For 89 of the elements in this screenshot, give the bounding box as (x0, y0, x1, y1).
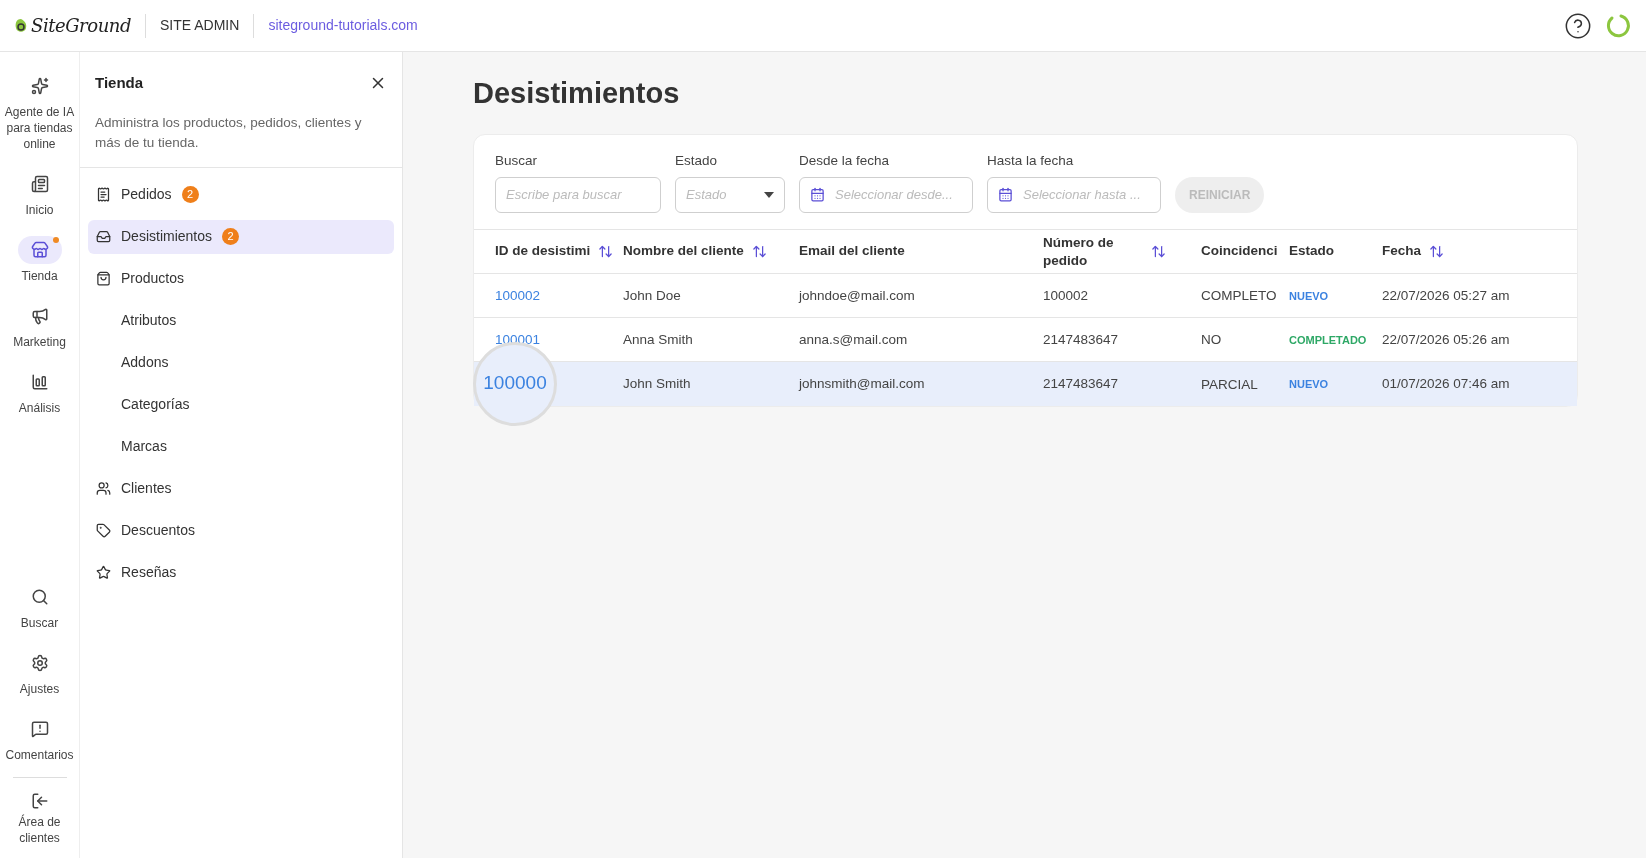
column-header[interactable]: ID de desistimi (474, 229, 623, 274)
column-header: Email del cliente (799, 229, 1043, 274)
status-label: NUEVO (1289, 361, 1382, 406)
users-icon (96, 481, 111, 496)
table-cell: 22/07/2026 05:26 am (1382, 317, 1577, 362)
column-header[interactable]: Nombre del cliente (623, 229, 799, 274)
rail-item[interactable]: Tienda (3, 236, 76, 284)
sparkle-icon (30, 77, 49, 95)
table-cell: 22/07/2026 05:27 am (1382, 273, 1577, 318)
calendar-icon (998, 187, 1013, 203)
page-title: Desistimientos (473, 76, 681, 111)
count-badge: 2 (222, 228, 240, 245)
exit-icon (30, 792, 49, 810)
panel-subitem[interactable]: Addons (88, 345, 394, 380)
item-label: Clientes (121, 479, 172, 498)
search-field[interactable]: Escribe para buscar (495, 176, 661, 213)
item-label: Desistimientos (121, 227, 213, 246)
rail-item[interactable]: Buscar (3, 583, 76, 631)
rail-item[interactable]: Área de clientes (3, 792, 76, 846)
panel-description: Administra los productos, pedidos, clientes y más de tu tienda. (95, 113, 363, 152)
sort-icon[interactable] (1429, 244, 1445, 259)
item-label: Reseñas (121, 563, 177, 582)
rail-item[interactable]: Agente de IA para tiendas online (3, 72, 76, 152)
panel-item[interactable]: Descuentos (88, 513, 394, 548)
receipt-icon (96, 187, 111, 202)
section-title: SITE ADMIN (160, 16, 240, 35)
rail-item[interactable]: Inicio (3, 170, 76, 218)
rail-item[interactable]: Ajustes (3, 649, 76, 697)
rail-item[interactable]: Marketing (3, 302, 76, 350)
sort-icon[interactable] (1151, 244, 1166, 259)
field-label: Estado (675, 151, 719, 170)
site-link[interactable]: siteground-tutorials.com (268, 15, 418, 36)
panel-subitem[interactable]: Categorías (88, 387, 394, 422)
bag-icon (96, 271, 111, 286)
table-cell: John Smith (623, 361, 799, 406)
brand-name: SiteGround (31, 14, 131, 38)
sort-icon[interactable] (598, 244, 614, 259)
panel-item[interactable]: Productos (88, 261, 394, 296)
help-icon[interactable] (1564, 11, 1592, 40)
rail-item[interactable]: Análisis (3, 368, 76, 416)
table-cell: Anna Smith (623, 317, 799, 362)
status-label: COMPLETADO (1289, 317, 1382, 362)
field-label: Hasta la fecha (987, 151, 1075, 170)
panel-item[interactable]: Pedidos 2 (88, 177, 394, 212)
item-label: Descuentos (121, 521, 195, 540)
table-cell: COMPLETO (1201, 273, 1289, 318)
tag-icon (96, 523, 111, 538)
panel-item[interactable]: Clientes (88, 471, 394, 506)
logo-icon (14, 17, 28, 34)
sort-icon[interactable] (751, 244, 767, 259)
settings-icon (30, 654, 49, 672)
search-icon (30, 588, 49, 606)
field-label: Buscar (495, 151, 539, 170)
table-cell: johnsmith@mail.com (799, 361, 1043, 406)
panel-subitem[interactable]: Marcas (88, 429, 394, 464)
table-cell: johndoe@mail.com (799, 273, 1043, 318)
comment-icon (30, 720, 49, 738)
calendar-icon (810, 187, 825, 203)
star-icon (96, 565, 111, 580)
table-cell: NO (1201, 317, 1289, 362)
item-label: Productos (121, 269, 185, 288)
table-cell: John Doe (623, 273, 799, 318)
column-header: Estado (1289, 229, 1382, 274)
table-cell: 01/07/2026 07:46 am (1382, 361, 1577, 406)
rail-item[interactable]: Comentarios (3, 715, 76, 763)
panel-subitem[interactable]: Atributos (88, 303, 394, 338)
panel-item[interactable]: Desistimientos 2 (88, 219, 394, 254)
megaphone-icon (30, 307, 49, 325)
caret-icon (764, 191, 774, 198)
table-cell: 100002 (1043, 273, 1201, 318)
column-header: Coincidenci (1201, 229, 1289, 274)
status-label: NUEVO (1289, 273, 1382, 318)
id-link[interactable]: 100002 (495, 287, 541, 303)
table-cell: PARCIAL (1201, 361, 1289, 406)
table-row[interactable]: 100002 John Doe johndoe@mail.com 100002 COMPLETO NUEVO 22/07/2026 05:27 am (474, 273, 1577, 318)
table-cell: 2147483647 (1043, 317, 1201, 362)
newspaper-icon (30, 175, 49, 193)
item-label: Pedidos (121, 185, 172, 204)
store-icon (30, 241, 49, 259)
field-label: Desde la fecha (799, 151, 891, 170)
panel-title: Tienda (95, 73, 144, 93)
table-cell: anna.s@mail.com (799, 317, 1043, 362)
panel-item[interactable]: Reseñas (88, 555, 394, 590)
column-header[interactable]: Número de pedido (1043, 229, 1201, 274)
table-cell: 2147483647 (1043, 361, 1201, 406)
count-badge: 2 (181, 186, 199, 203)
tray-icon (96, 229, 111, 244)
column-header[interactable]: Fecha (1382, 229, 1577, 274)
chart-icon (30, 373, 49, 391)
